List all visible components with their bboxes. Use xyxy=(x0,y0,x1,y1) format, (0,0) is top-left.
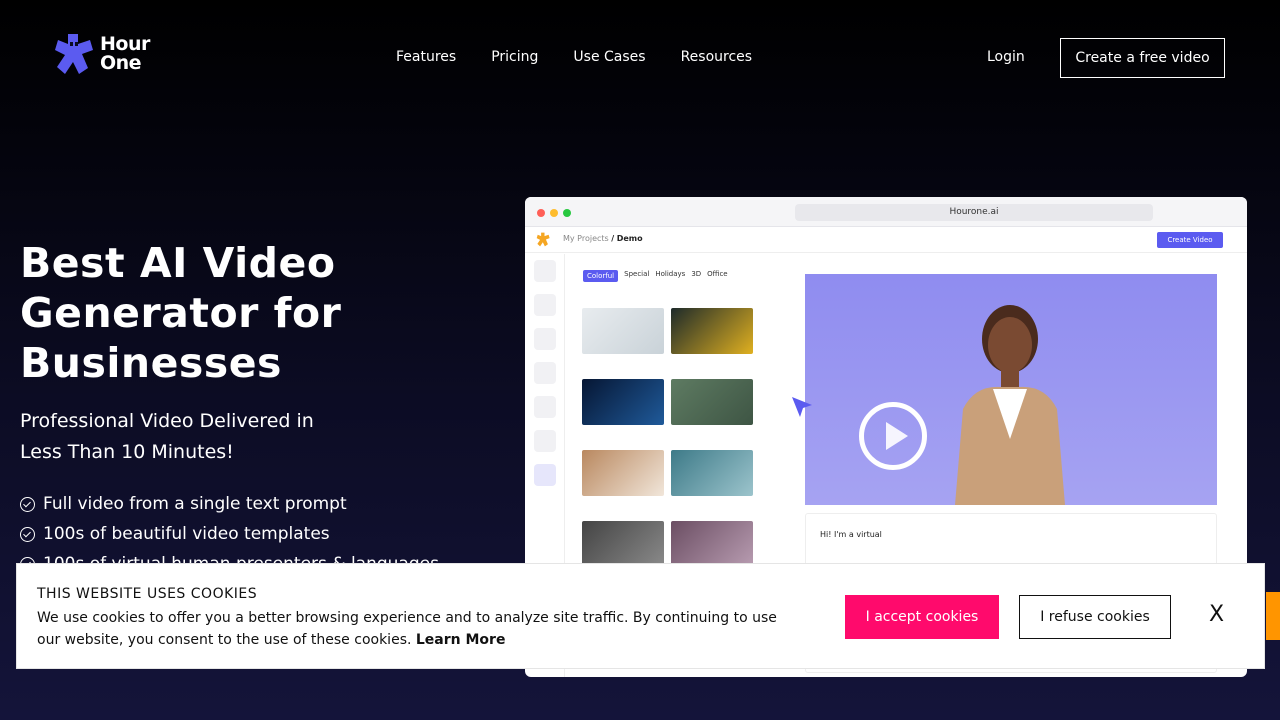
play-icon xyxy=(859,402,927,470)
check-circle-icon xyxy=(20,526,35,542)
cursor-icon xyxy=(792,397,812,417)
window-maximize-icon xyxy=(563,209,571,217)
logo-text: Hour One xyxy=(100,33,150,74)
window-close-icon xyxy=(537,209,545,217)
window-minimize-icon xyxy=(550,209,558,217)
text-icon xyxy=(534,396,556,418)
template-thumbnail xyxy=(582,379,664,425)
hour-one-logo-icon xyxy=(55,34,93,74)
accept-cookies-button[interactable]: I accept cookies xyxy=(845,595,999,639)
breadcrumb: My Projects / Demo xyxy=(563,234,643,243)
mockup-create-video-button: Create Video xyxy=(1157,232,1223,248)
nav-resources[interactable]: Resources xyxy=(681,49,753,65)
presenter-icon xyxy=(534,260,556,282)
mockup-toolbar: My Projects / Demo Create Video xyxy=(525,227,1247,253)
hero-title: Best AI Video Generator for Businesses xyxy=(20,239,342,387)
browser-bar: Hourone.ai xyxy=(525,197,1247,227)
login-link[interactable]: Login xyxy=(987,49,1025,65)
templates-icon xyxy=(534,464,556,486)
cookie-title: THIS WEBSITE USES COOKIES xyxy=(37,586,258,602)
template-thumbnail xyxy=(671,450,753,496)
template-thumbnail xyxy=(582,521,664,567)
feedback-tab[interactable] xyxy=(1266,592,1280,640)
tab-3d: 3D xyxy=(691,270,702,278)
cookie-banner: THIS WEBSITE USES COOKIES We use cookies… xyxy=(16,563,1265,669)
cookie-text: We use cookies to offer you a better bro… xyxy=(37,610,777,648)
list-item: 100s of beautiful video templates xyxy=(20,519,439,549)
image-icon xyxy=(534,328,556,350)
url-bar: Hourone.ai xyxy=(795,204,1153,221)
video-preview xyxy=(805,274,1217,505)
logo[interactable]: Hour One xyxy=(54,32,150,76)
template-tabs: Colorful Special Holidays 3D Office xyxy=(583,270,728,282)
tab-holidays: Holidays xyxy=(655,270,686,278)
tab-office: Office xyxy=(707,270,728,278)
nav-pricing[interactable]: Pricing xyxy=(491,49,538,65)
site-header: Hour One Features Pricing Use Cases Reso… xyxy=(0,0,1280,120)
list-item: Full video from a single text prompt xyxy=(20,489,439,519)
create-free-video-button[interactable]: Create a free video xyxy=(1060,38,1225,78)
main-nav: Features Pricing Use Cases Resources xyxy=(396,49,752,65)
learn-more-link[interactable]: Learn More xyxy=(416,632,506,648)
palette-icon xyxy=(534,362,556,384)
template-thumbnail xyxy=(671,379,753,425)
close-icon[interactable]: X xyxy=(1209,602,1224,627)
template-thumbnail xyxy=(671,308,753,354)
hour-one-logo-icon xyxy=(536,232,550,247)
template-thumbnail xyxy=(582,308,664,354)
nav-features[interactable]: Features xyxy=(396,49,456,65)
template-thumbnail xyxy=(671,521,753,567)
nav-use-cases[interactable]: Use Cases xyxy=(573,49,645,65)
template-thumbnail xyxy=(582,450,664,496)
tab-colorful: Colorful xyxy=(583,270,619,282)
hero-subtitle: Professional Video Delivered in Less Tha… xyxy=(20,410,314,463)
virtual-presenter-image xyxy=(955,305,1065,505)
tab-special: Special xyxy=(624,270,650,278)
music-icon xyxy=(534,430,556,452)
check-circle-icon xyxy=(20,496,35,512)
refuse-cookies-button[interactable]: I refuse cookies xyxy=(1019,595,1171,639)
microphone-icon xyxy=(534,294,556,316)
